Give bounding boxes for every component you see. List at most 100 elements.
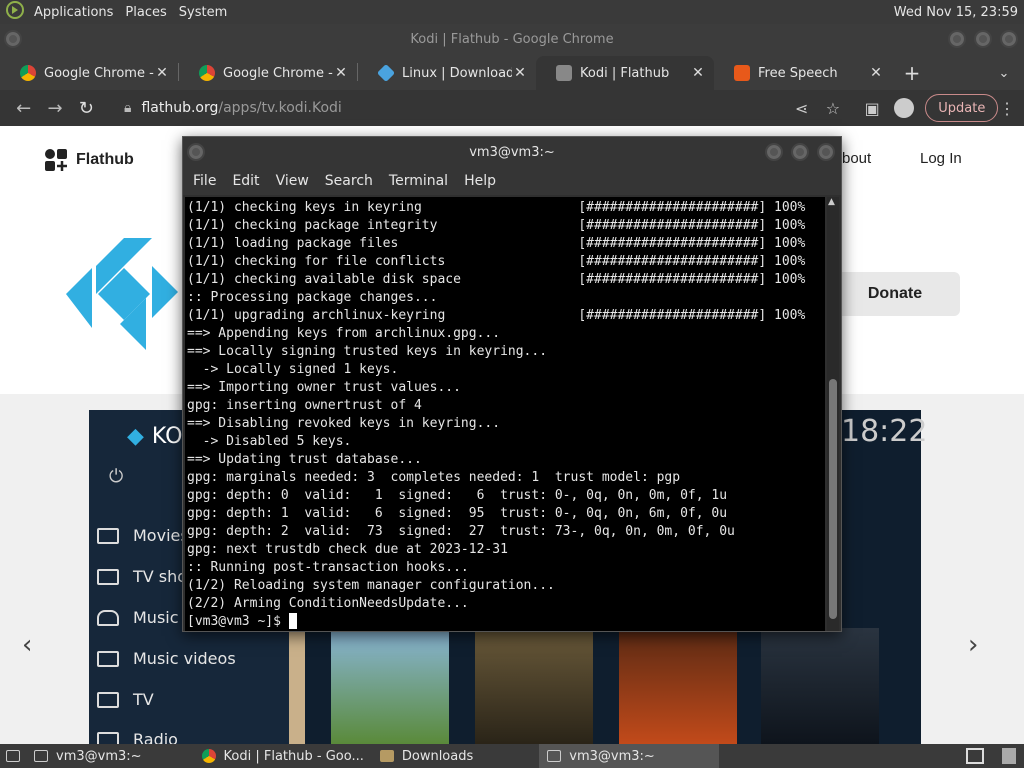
window-menu-icon[interactable] [4, 30, 22, 48]
forward-arrow-icon[interactable]: → [39, 98, 70, 119]
power-icon: ⏻ [109, 466, 124, 487]
menu-search[interactable]: Search [317, 173, 381, 189]
terminal-icon [34, 750, 48, 762]
close-tab-icon[interactable]: ✕ [512, 65, 528, 81]
taskbar-item-terminal-1[interactable]: vm3@vm3:~ [26, 744, 150, 768]
terminal-prompt-line[interactable]: [vm3@vm3 ~]$ [187, 613, 823, 631]
kodi-logo: ◆ KO [127, 424, 182, 449]
terminal-window-menu-icon[interactable] [187, 143, 205, 161]
system-logo-icon[interactable] [0, 1, 28, 23]
scroll-up-arrow-icon[interactable]: ▲ [828, 197, 835, 207]
terminal-line: gpg: next trustdb check due at 2023-12-3… [187, 542, 508, 557]
more-menu-icon[interactable]: ⋮ [998, 99, 1016, 118]
show-desktop-icon[interactable] [0, 744, 26, 768]
terminal-scroll-thumb[interactable] [829, 379, 837, 619]
poster-big-buck-bunny [331, 628, 449, 744]
terminal-scrollbar[interactable]: ▲ [827, 197, 839, 631]
maximize-button[interactable] [974, 30, 992, 48]
chrome-title-bar: Kodi | Flathub - Google Chrome [0, 24, 1024, 54]
flathub-logo[interactable]: Flathub [44, 148, 134, 172]
menu-edit[interactable]: Edit [224, 173, 267, 189]
menu-view[interactable]: View [268, 173, 317, 189]
terminal-icon [547, 750, 562, 762]
taskbar-label: vm3@vm3:~ [56, 748, 142, 764]
close-tab-icon[interactable]: ✕ [690, 65, 706, 81]
kodi-menu-radio: Radio [97, 730, 178, 744]
kodi-menu-label: Music videos [133, 649, 236, 668]
close-window-button[interactable] [1000, 30, 1018, 48]
side-panel-icon[interactable]: ▣ [857, 99, 888, 118]
terminal-close-button[interactable] [817, 143, 835, 161]
menu-terminal[interactable]: Terminal [381, 173, 456, 189]
donate-button[interactable]: Donate [830, 272, 960, 316]
flathub-brand: Flathub [76, 151, 134, 168]
reload-icon[interactable]: ↻ [71, 98, 102, 119]
system-panel: Applications Places System Wed Nov 15, 2… [0, 0, 1024, 24]
system-menu[interactable]: System [173, 5, 233, 20]
terminal-minimize-button[interactable] [765, 143, 783, 161]
tab-kodi-flathub[interactable]: Kodi | Flathub ✕ [536, 56, 714, 90]
terminal-output[interactable]: (1/1) checking keys in keyring [########… [185, 197, 825, 631]
film-icon [97, 527, 119, 544]
about-link[interactable]: bout [842, 150, 871, 167]
url-path: /apps/tv.kodi.Kodi [218, 100, 342, 116]
address-bar[interactable]: 🔒︎ flathub.org/apps/tv.kodi.Kodi [110, 94, 786, 122]
puzzle-icon [556, 65, 572, 81]
share-icon[interactable]: ⋖ [786, 99, 817, 118]
terminal-window: vm3@vm3:~ File Edit View Search Terminal… [182, 136, 842, 632]
tab-label: Google Chrome - Th [223, 65, 333, 81]
kodi-app-icon [62, 238, 182, 360]
menu-file[interactable]: File [185, 173, 224, 189]
diamond-icon [376, 63, 396, 83]
lock-icon[interactable]: 🔒︎ [124, 100, 131, 116]
login-link[interactable]: Log In [920, 150, 962, 167]
terminal-line: :: Processing package changes... [187, 290, 438, 305]
profile-avatar-icon[interactable] [888, 98, 919, 119]
workspace-switcher-icon[interactable] [956, 744, 994, 768]
terminal-line: gpg: inserting ownertrust of 4 [187, 398, 422, 413]
close-tab-icon[interactable]: ✕ [333, 65, 349, 81]
back-arrow-icon[interactable]: ← [8, 98, 39, 119]
poster-sintel [761, 628, 879, 744]
update-button[interactable]: Update [925, 94, 999, 122]
tab-chrome-2[interactable]: Google Chrome - Th ✕ [179, 56, 357, 90]
trash-icon[interactable] [994, 744, 1024, 768]
taskbar-item-chrome[interactable]: Kodi | Flathub - Goo... [194, 744, 372, 768]
tab-search-chevron-icon[interactable]: ⌄ [984, 56, 1024, 90]
terminal-line: gpg: depth: 0 valid: 1 signed: 6 trust: … [187, 488, 728, 503]
gallery-next-arrow-icon[interactable]: › [968, 630, 978, 660]
tab-label: Free Speech [758, 65, 838, 81]
monitor-icon [97, 568, 119, 585]
tab-free-speech[interactable]: Free Speech ✕ [714, 56, 892, 90]
tab-chrome-1[interactable]: Google Chrome - Th ✕ [0, 56, 178, 90]
terminal-line: (1/1) checking for file conflicts [#####… [187, 254, 806, 269]
kodi-menu-label: Movies [133, 526, 189, 545]
terminal-title-bar[interactable]: vm3@vm3:~ [183, 137, 841, 167]
bookmark-star-icon[interactable]: ☆ [817, 99, 848, 118]
poster [475, 628, 593, 744]
taskbar-item-downloads[interactable]: Downloads [372, 744, 481, 768]
kodi-title: KO [151, 424, 183, 449]
window-title: Kodi | Flathub - Google Chrome [410, 31, 614, 47]
poster [289, 628, 305, 744]
kodi-clock: 18:22 [841, 414, 928, 449]
tab-linux-downloads[interactable]: Linux | Downloads | ✕ [358, 56, 536, 90]
places-menu[interactable]: Places [119, 5, 172, 20]
taskbar-item-terminal-2[interactable]: vm3@vm3:~ [539, 744, 720, 768]
menu-help[interactable]: Help [456, 173, 504, 189]
clock[interactable]: Wed Nov 15, 23:59 [894, 5, 1024, 20]
terminal-line: -> Locally signed 1 keys. [187, 362, 399, 377]
close-tab-icon[interactable]: ✕ [154, 65, 170, 81]
terminal-line: (2/2) Arming ConditionNeedsUpdate... [187, 596, 469, 611]
applications-menu[interactable]: Applications [28, 5, 119, 20]
chrome-icon [199, 65, 215, 81]
minimize-button[interactable] [948, 30, 966, 48]
gallery-prev-arrow-icon[interactable]: ‹ [22, 630, 32, 660]
poster [619, 628, 737, 744]
new-tab-plus-icon[interactable]: + [892, 56, 932, 90]
terminal-line: (1/2) Reloading system manager configura… [187, 578, 555, 593]
kodi-menu-label: Radio [133, 730, 178, 744]
terminal-prompt: [vm3@vm3 ~]$ [187, 614, 289, 629]
close-tab-icon[interactable]: ✕ [868, 65, 884, 81]
terminal-maximize-button[interactable] [791, 143, 809, 161]
